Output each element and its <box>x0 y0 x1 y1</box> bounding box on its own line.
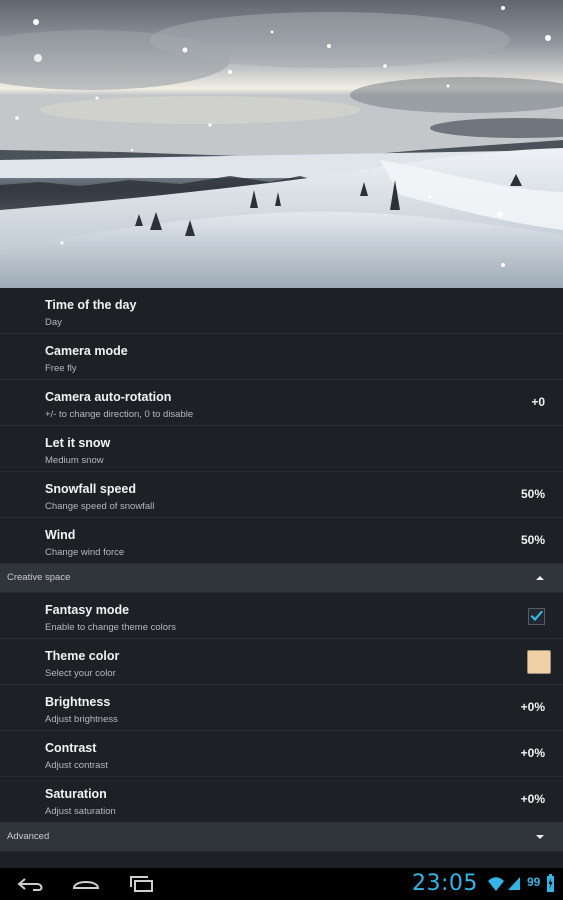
fantasy-mode-checkbox[interactable] <box>528 608 545 625</box>
back-icon[interactable] <box>15 874 47 894</box>
setting-time-of-day[interactable]: Time of the day Day <box>0 288 563 334</box>
checkmark-icon <box>530 610 544 622</box>
setting-summary: Enable to change theme colors <box>45 622 176 633</box>
recent-apps-icon[interactable] <box>126 874 158 894</box>
status-clock: 23:05 <box>412 871 478 896</box>
cell-signal-icon <box>508 877 520 890</box>
setting-title: Contrast <box>45 741 97 755</box>
setting-summary: Medium snow <box>45 455 104 466</box>
setting-title: Saturation <box>45 787 107 801</box>
battery-percent: 99 <box>527 875 541 889</box>
setting-title: Camera auto-rotation <box>45 390 172 404</box>
chevron-up-icon <box>536 576 544 580</box>
settings-list: Time of the day Day Camera mode Free fly… <box>0 288 563 872</box>
setting-title: Theme color <box>45 649 120 663</box>
system-nav-bar: 23:05 99 <box>0 868 563 900</box>
setting-theme-color[interactable]: Theme color Select your color <box>0 639 563 685</box>
setting-summary: Change wind force <box>45 547 125 558</box>
setting-title: Let it snow <box>45 436 111 450</box>
setting-summary: Adjust brightness <box>45 714 118 725</box>
section-advanced[interactable]: Advanced <box>0 823 563 852</box>
setting-camera-auto-rotation[interactable]: Camera auto-rotation +/- to change direc… <box>0 380 563 426</box>
setting-summary: Free fly <box>45 363 77 374</box>
battery-charging-icon <box>547 874 554 892</box>
setting-value: 50% <box>520 533 545 547</box>
setting-value: +0% <box>520 700 545 714</box>
setting-title: Brightness <box>45 695 111 709</box>
wifi-icon <box>488 877 504 891</box>
setting-title: Time of the day <box>45 298 137 312</box>
setting-title: Snowfall speed <box>45 482 136 496</box>
setting-let-it-snow[interactable]: Let it snow Medium snow <box>0 426 563 472</box>
setting-snowfall-speed[interactable]: Snowfall speed Change speed of snowfall … <box>0 472 563 518</box>
setting-summary: Select your color <box>45 668 116 679</box>
setting-camera-mode[interactable]: Camera mode Free fly <box>0 334 563 380</box>
setting-wind[interactable]: Wind Change wind force 50% <box>0 518 563 564</box>
setting-value: +0% <box>520 746 545 760</box>
setting-brightness[interactable]: Brightness Adjust brightness +0% <box>0 685 563 731</box>
setting-title: Wind <box>45 528 76 542</box>
setting-summary: Adjust contrast <box>45 760 108 771</box>
setting-value: +0 <box>531 395 545 409</box>
setting-summary: +/- to change direction, 0 to disable <box>45 409 194 420</box>
setting-summary: Change speed of snowfall <box>45 501 155 512</box>
chevron-down-icon <box>536 835 544 839</box>
section-label: Creative space <box>7 572 71 583</box>
setting-fantasy-mode[interactable]: Fantasy mode Enable to change theme colo… <box>0 593 563 639</box>
home-icon[interactable] <box>70 874 102 894</box>
setting-summary: Day <box>45 317 62 328</box>
section-label: Advanced <box>7 831 50 842</box>
setting-summary: Adjust saturation <box>45 806 116 817</box>
theme-color-swatch[interactable] <box>527 650 551 674</box>
setting-title: Fantasy mode <box>45 603 130 617</box>
snow-landscape-image <box>0 0 563 288</box>
setting-contrast[interactable]: Contrast Adjust contrast +0% <box>0 731 563 777</box>
setting-value: +0% <box>520 792 545 806</box>
wallpaper-preview <box>0 0 563 288</box>
section-creative-space[interactable]: Creative space <box>0 564 563 593</box>
setting-title: Camera mode <box>45 344 128 358</box>
setting-value: 50% <box>520 487 545 501</box>
setting-saturation[interactable]: Saturation Adjust saturation +0% <box>0 777 563 823</box>
